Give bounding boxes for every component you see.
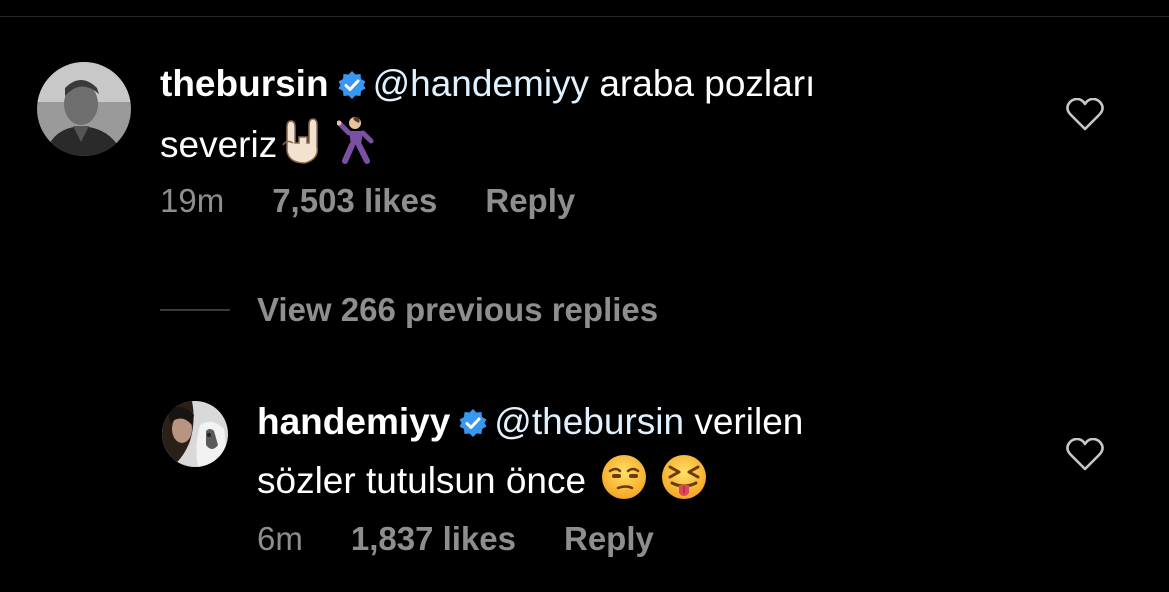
avatar[interactable] [37, 62, 131, 156]
likes-count[interactable]: 7,503 likes [272, 182, 437, 219]
reply-button[interactable]: Reply [485, 182, 575, 219]
replies-divider [160, 309, 230, 311]
comment-meta: 6m 1,837 likes Reply [257, 520, 702, 558]
comment-meta: 19m 7,503 likes Reply [160, 182, 623, 220]
comment-username[interactable]: handemiyy [257, 401, 450, 442]
view-replies-label[interactable]: View 266 previous replies [257, 291, 658, 329]
verified-badge-icon [458, 399, 488, 453]
comment-timestamp: 6m [257, 520, 303, 557]
comment-timestamp: 19m [160, 182, 225, 219]
comment-text-line2: severiz [160, 124, 278, 165]
likes-count[interactable]: 1,837 likes [351, 520, 516, 557]
dancing-man-emoji-icon [336, 115, 377, 180]
comment-text-line2: sözler tutulsun önce [257, 460, 587, 501]
unamused-face-emoji-icon [600, 453, 648, 516]
heart-icon[interactable] [1066, 97, 1104, 137]
avatar[interactable] [162, 401, 228, 467]
squinting-tongue-face-emoji-icon [660, 453, 708, 516]
comment-text: handemiyy @thebursin verilen sözler tutul… [257, 395, 1037, 516]
comment-text-line1: araba pozları [589, 63, 816, 104]
comment-username[interactable]: thebursin [160, 63, 329, 104]
comment-text: thebursin @handemiyy araba pozları severi… [160, 57, 1020, 180]
rock-hand-emoji-icon [281, 117, 325, 180]
reply-button[interactable]: Reply [564, 520, 654, 557]
comment-text-line1: verilen [684, 401, 804, 442]
comment-mention[interactable]: @handemiyy [373, 63, 590, 104]
top-divider [0, 16, 1169, 17]
comment-mention[interactable]: @thebursin [494, 401, 684, 442]
view-previous-replies[interactable]: View 266 previous replies [160, 291, 658, 329]
verified-badge-icon [337, 61, 367, 115]
heart-icon[interactable] [1066, 437, 1104, 477]
